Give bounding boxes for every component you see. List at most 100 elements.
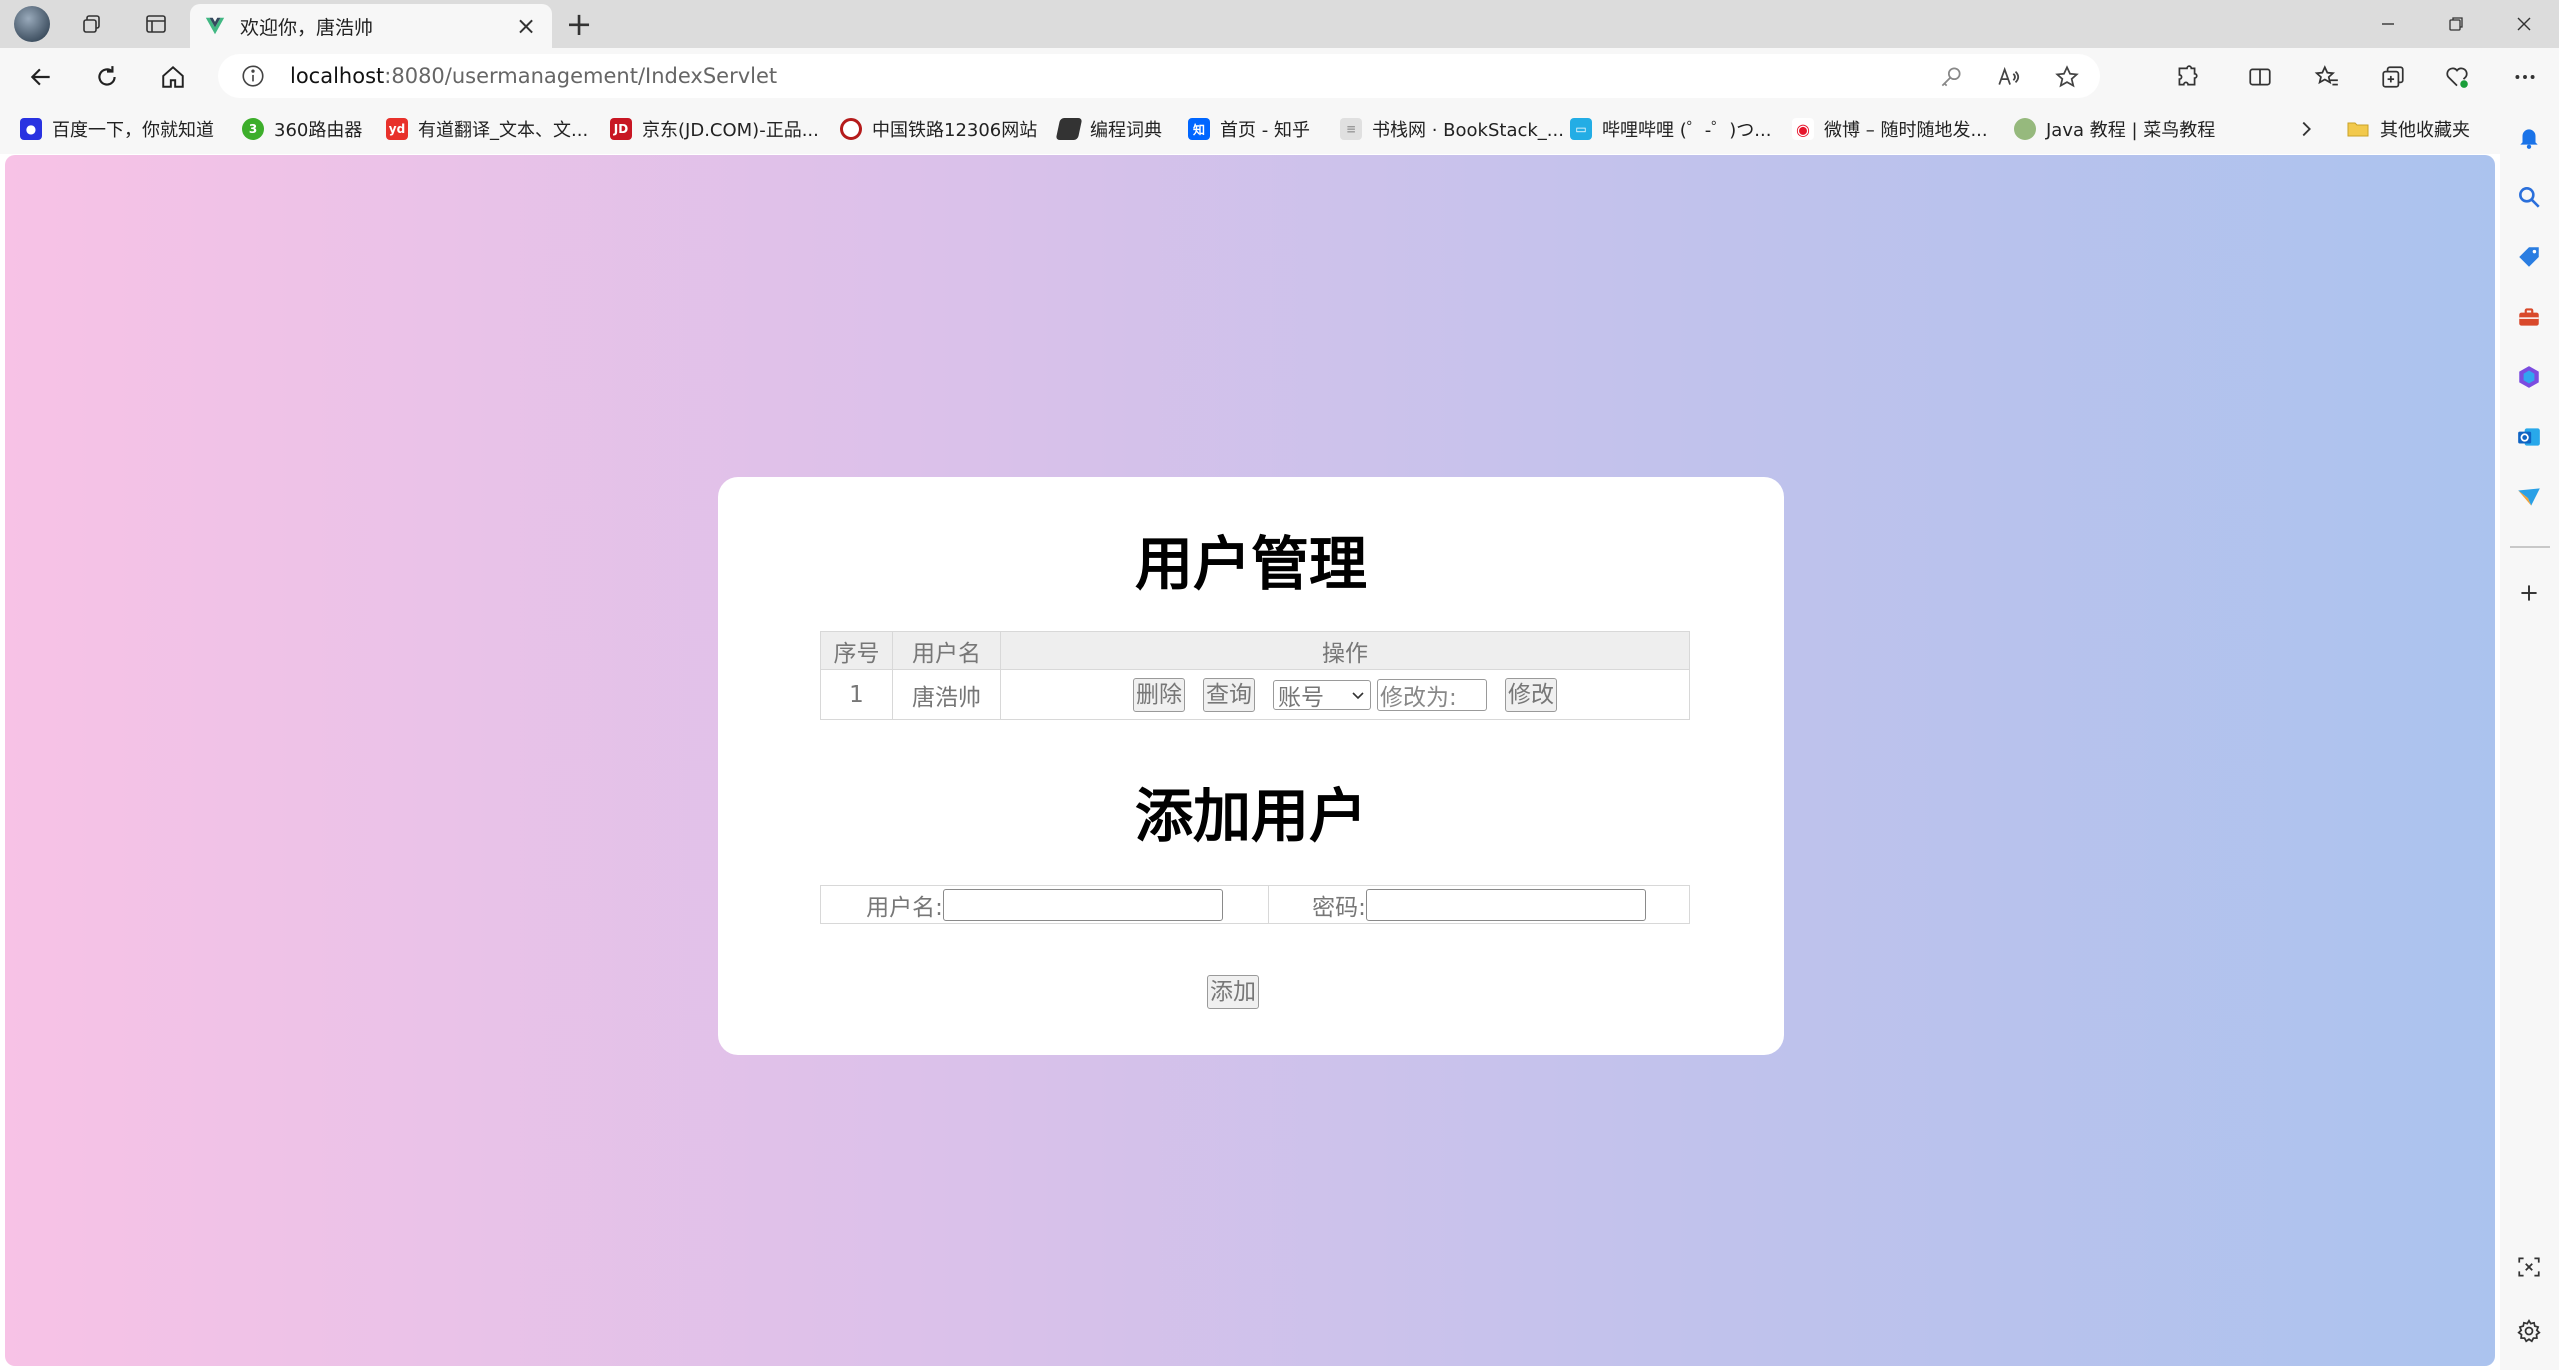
add-user-title: 添加用户 [1134, 782, 1367, 850]
bookmark-item[interactable]: ▭ 哔哩哔哩 (゜-゜)つ... [1570, 116, 1771, 142]
username-cell: 用户名: [820, 885, 1269, 924]
chevron-down-icon [1352, 691, 1364, 699]
bookmark-label: 书栈网 · BookStack_... [1372, 120, 1564, 141]
url-host: localhost [290, 64, 385, 88]
row-username: 唐浩帅 [892, 669, 1001, 720]
zhihu-icon: 知 [1188, 118, 1210, 140]
minimize-icon[interactable] [2354, 0, 2422, 48]
bookmark-item[interactable]: yd 有道翻译_文本、文... [386, 116, 588, 142]
url-path: :8080/usermanagement/IndexServlet [384, 64, 778, 88]
bookstack-icon: ≡ [1340, 118, 1362, 140]
username-input[interactable] [942, 888, 1223, 921]
tab-title: 欢迎你，唐浩帅 [240, 16, 374, 39]
weibo-icon: ◉ [1792, 118, 1814, 140]
more-options-icon[interactable] [2508, 60, 2542, 94]
bookmark-label: 哔哩哔哩 (゜-゜)つ... [1602, 120, 1772, 141]
add-button[interactable]: 添加 [1207, 975, 1259, 1009]
office-icon[interactable] [2514, 362, 2544, 392]
split-screen-icon[interactable] [2243, 60, 2277, 94]
jd-icon: JD [610, 118, 632, 140]
bookmark-item[interactable]: Java 教程 | 菜鸟教程 [2014, 116, 2215, 142]
youdao-icon: yd [386, 118, 408, 140]
bookmark-item[interactable]: JD 京东(JD.COM)-正品... [610, 116, 819, 142]
read-aloud-icon[interactable] [1994, 62, 2024, 92]
profile-avatar[interactable] [14, 6, 50, 42]
bookmarks-bar: ● 百度一下，你就知道 3 360路由器 yd 有道翻译_文本、文... JD 京东(J… [0, 104, 2500, 154]
user-table: 序号 用户名 操作 1 唐浩帅 删除 查询 账号 修改为: 修改 [820, 631, 1690, 720]
page-viewport: 用户管理 序号 用户名 操作 1 唐浩帅 删除 查询 账号 修改为: 修改 添加… [5, 155, 2495, 1366]
bookmark-label: 编程词典 [1090, 120, 1162, 141]
browser-essentials-icon[interactable] [2440, 60, 2474, 94]
column-header-username: 用户名 [892, 631, 1001, 670]
bookmark-item[interactable]: 编程词典 [1055, 116, 1162, 142]
dictionary-icon [1055, 118, 1083, 140]
password-cell: 密码: [1268, 885, 1690, 924]
delete-button[interactable]: 删除 [1133, 677, 1185, 712]
12306-icon [840, 118, 862, 140]
password-input[interactable] [1365, 888, 1646, 921]
tab-strip: 欢迎你，唐浩帅 × + [0, 0, 2559, 48]
other-favorites-folder[interactable]: 其他收藏夹 [2346, 116, 2470, 142]
chevron-right-icon[interactable] [2294, 116, 2318, 142]
refresh-icon[interactable] [90, 60, 124, 94]
password-label: 密码: [1312, 894, 1366, 921]
bookmark-label: 中国铁路12306网站 [872, 120, 1038, 141]
vertical-tabs-icon[interactable] [140, 8, 172, 40]
bookmark-label: 360路由器 [274, 120, 363, 141]
user-management-card: 用户管理 序号 用户名 操作 1 唐浩帅 删除 查询 账号 修改为: 修改 添加… [718, 477, 1784, 1055]
address-bar[interactable]: localhost:8080/usermanagement/IndexServl… [218, 54, 2100, 98]
modify-button[interactable]: 修改 [1505, 677, 1557, 712]
username-label: 用户名: [866, 894, 943, 921]
bookmark-label: 百度一下，你就知道 [52, 120, 214, 141]
new-tab-button[interactable]: + [562, 8, 596, 42]
site-info-icon[interactable] [240, 63, 266, 89]
column-header-index: 序号 [820, 631, 893, 670]
bookmark-item[interactable]: 知首页 - 知乎 [1188, 116, 1310, 142]
key-icon[interactable] [1936, 62, 1966, 92]
extensions-icon[interactable] [2170, 60, 2204, 94]
home-icon[interactable] [156, 60, 190, 94]
bookmark-label: 首页 - 知乎 [1220, 120, 1310, 141]
runoob-icon [2014, 118, 2036, 140]
edge-sidebar [2500, 104, 2559, 1370]
bookmark-item[interactable]: ◉ 微博 – 随时随地发... [1792, 116, 1988, 142]
sidebar-divider [2510, 546, 2550, 548]
tools-briefcase-icon[interactable] [2514, 302, 2544, 332]
shopping-tag-icon[interactable] [2514, 242, 2544, 272]
notification-bell-icon[interactable] [2514, 122, 2544, 152]
collections-icon[interactable] [2376, 60, 2410, 94]
bookmark-item[interactable]: 中国铁路12306网站 [840, 116, 1037, 142]
folder-icon [2347, 122, 2369, 137]
modify-value-input[interactable]: 修改为: [1377, 678, 1487, 711]
drop-send-icon[interactable] [2514, 482, 2544, 512]
close-window-icon[interactable] [2490, 0, 2558, 48]
tab-active[interactable]: 欢迎你，唐浩帅 × [190, 4, 552, 48]
bookmark-item[interactable]: ≡ 书栈网 · BookStack_... [1340, 116, 1564, 142]
close-tab-icon[interactable]: × [514, 12, 538, 40]
restore-icon[interactable] [2422, 0, 2490, 48]
workspaces-icon[interactable] [76, 8, 108, 40]
add-user-form: 用户名: 密码: [820, 885, 1690, 924]
row-index: 1 [820, 669, 893, 720]
back-arrow-icon[interactable] [24, 60, 58, 94]
field-select[interactable]: 账号 [1273, 679, 1371, 711]
column-header-actions: 操作 [1000, 631, 1690, 670]
settings-gear-icon[interactable] [2514, 1316, 2544, 1346]
add-sidebar-app-icon[interactable] [2514, 578, 2544, 608]
query-button[interactable]: 查询 [1203, 677, 1255, 712]
navigation-bar: localhost:8080/usermanagement/IndexServl… [0, 48, 2559, 104]
bookmark-item[interactable]: 3 360路由器 [242, 116, 362, 142]
bilibili-icon: ▭ [1570, 118, 1592, 140]
vue-logo-icon [205, 17, 225, 35]
bookmark-label: 微博 – 随时随地发... [1824, 120, 1988, 141]
360-router-icon: 3 [242, 118, 264, 140]
outlook-icon[interactable] [2514, 422, 2544, 452]
bookmark-item[interactable]: ● 百度一下，你就知道 [20, 116, 214, 142]
bookmark-label: 京东(JD.COM)-正品... [642, 120, 819, 141]
favorite-star-icon[interactable] [2052, 62, 2082, 92]
search-icon[interactable] [2514, 182, 2544, 212]
favorites-icon[interactable] [2310, 60, 2344, 94]
folder-label: 其他收藏夹 [2380, 120, 2470, 141]
screenshot-icon[interactable] [2514, 1252, 2544, 1282]
field-select-value: 账号 [1278, 684, 1324, 711]
